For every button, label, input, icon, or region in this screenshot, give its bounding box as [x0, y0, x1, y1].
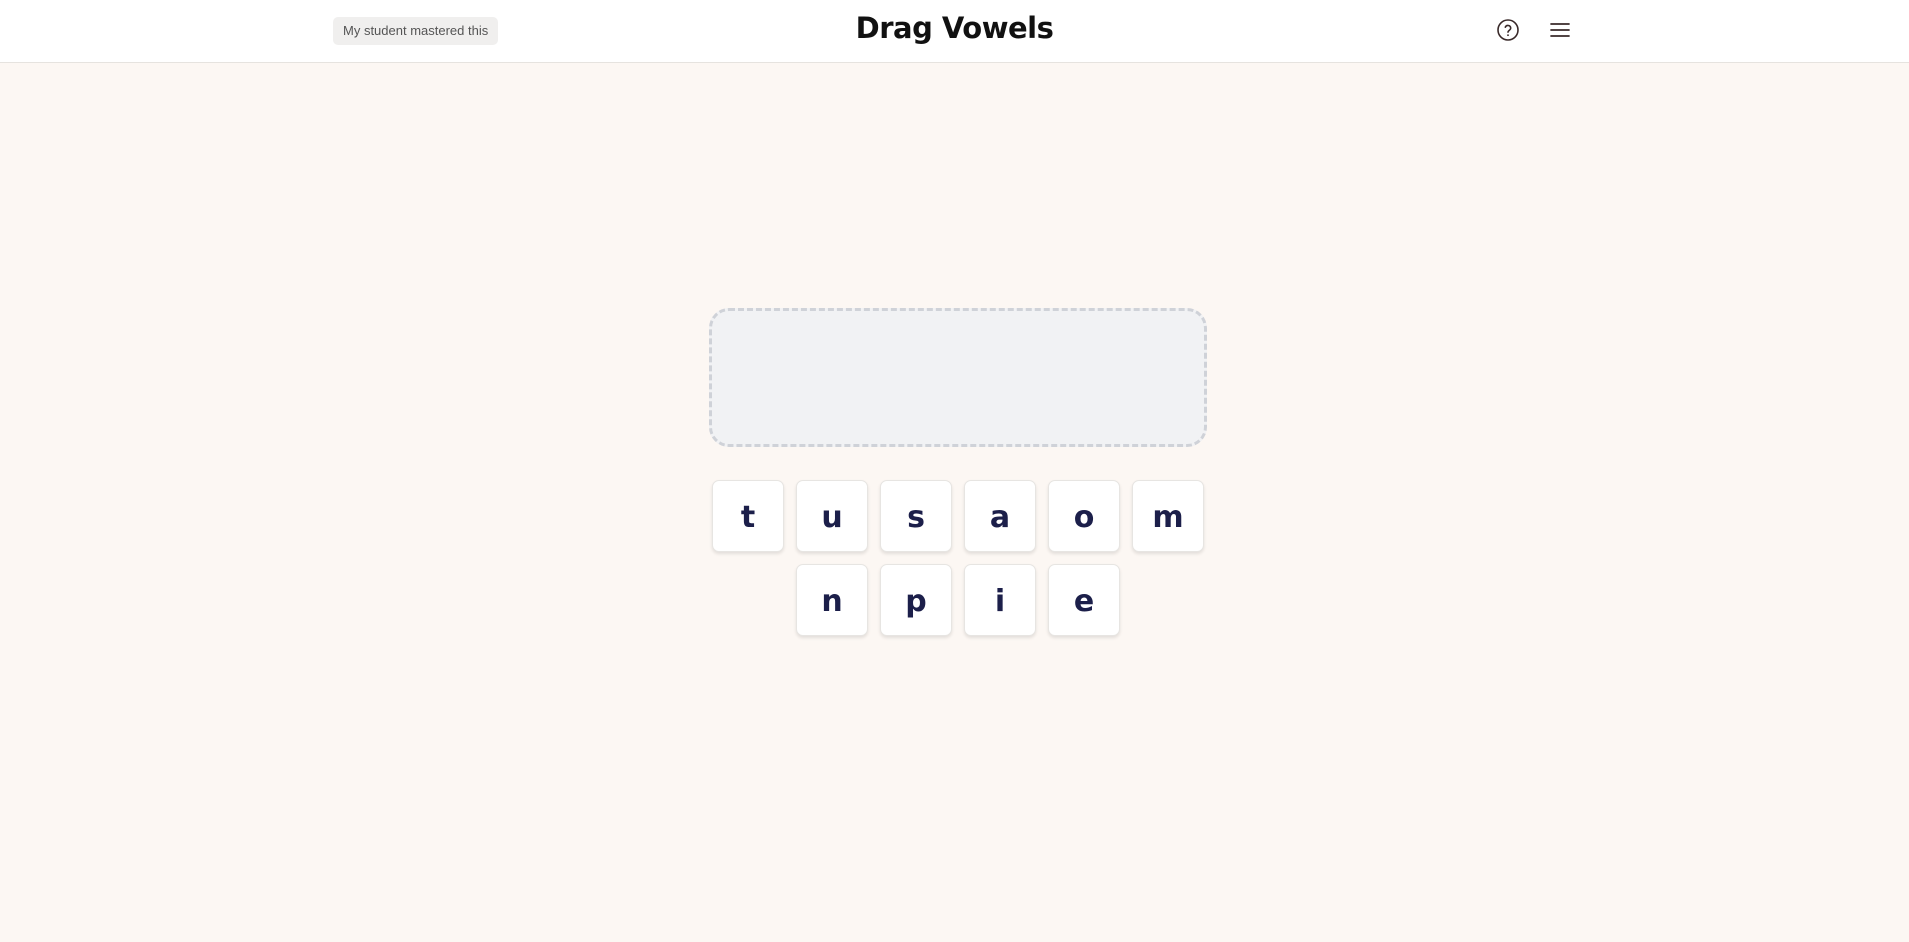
letter-tile[interactable]: m — [1132, 480, 1204, 552]
word-drop-zone[interactable] — [709, 308, 1207, 447]
help-button[interactable] — [1493, 15, 1523, 45]
tile-letter: n — [821, 583, 843, 619]
letter-tile[interactable]: e — [1048, 564, 1120, 636]
app-title: Drag Vowels — [855, 11, 1054, 45]
tile-letter: o — [1073, 499, 1095, 535]
help-circle-icon — [1497, 19, 1519, 41]
menu-button[interactable] — [1545, 15, 1575, 45]
tile-letter: m — [1152, 499, 1184, 535]
top-bar: My student mastered this Drag Vowels — [0, 0, 1909, 63]
letter-tile[interactable]: o — [1048, 480, 1120, 552]
letter-tile[interactable]: u — [796, 480, 868, 552]
letter-tile[interactable]: p — [880, 564, 952, 636]
tile-letter: s — [907, 499, 925, 535]
tile-letter: e — [1073, 583, 1095, 619]
letter-tile[interactable]: s — [880, 480, 952, 552]
letter-tile[interactable]: n — [796, 564, 868, 636]
tile-letter: t — [740, 499, 756, 535]
tile-letter: p — [905, 583, 927, 619]
hamburger-menu-icon — [1550, 23, 1570, 37]
letter-tile[interactable]: t — [712, 480, 784, 552]
mastered-button[interactable]: My student mastered this — [333, 17, 499, 45]
tile-letter: u — [821, 499, 843, 535]
letter-tile[interactable]: i — [964, 564, 1036, 636]
tile-letter: i — [994, 583, 1006, 619]
tile-letter: a — [989, 499, 1011, 535]
letter-tile[interactable]: a — [964, 480, 1036, 552]
